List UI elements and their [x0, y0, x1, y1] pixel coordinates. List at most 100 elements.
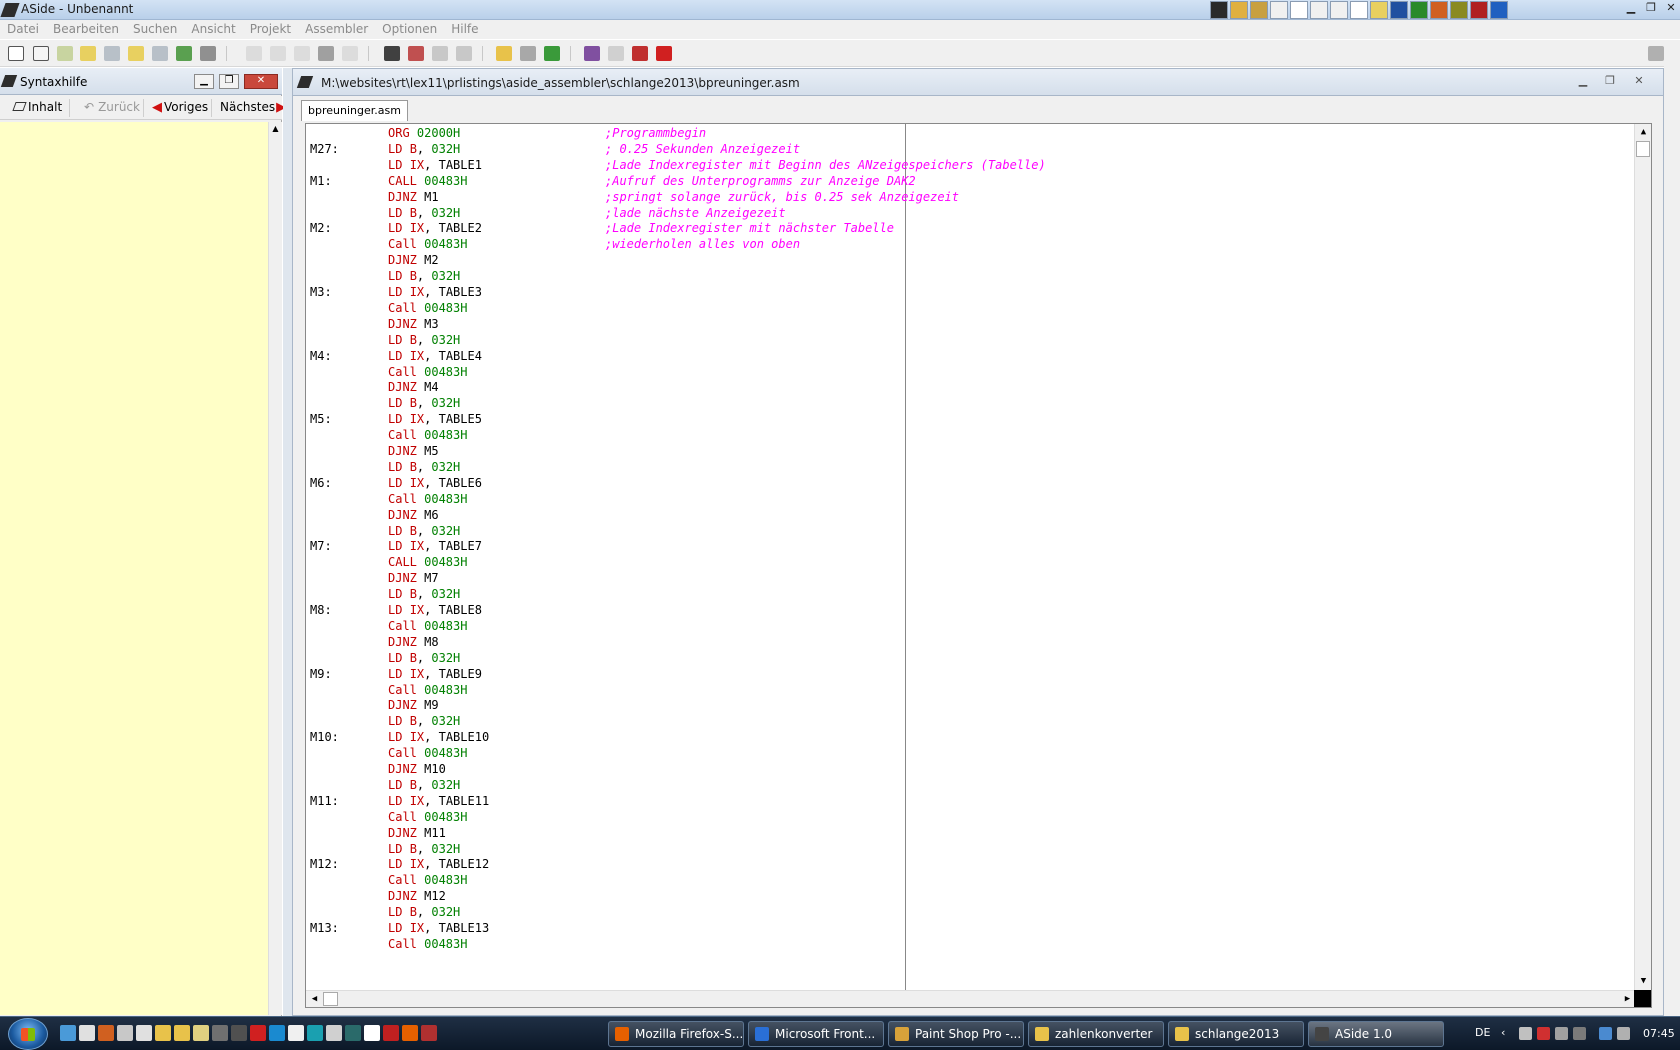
office-shortcut-icon[interactable]	[1290, 1, 1308, 19]
quick-launch-icon[interactable]	[212, 1025, 228, 1041]
office-shortcut-icon[interactable]	[1450, 1, 1468, 19]
quick-launch-icon[interactable]	[421, 1025, 437, 1041]
office-shortcut-icon[interactable]	[1310, 1, 1328, 19]
delete-icon[interactable]	[342, 46, 358, 61]
copy-icon[interactable]	[294, 46, 310, 61]
menu-ansicht[interactable]: Ansicht	[184, 20, 242, 38]
editor-close-button[interactable]: ✕	[1629, 74, 1649, 89]
tab-bpreuninger-asm[interactable]: bpreuninger.asm	[301, 100, 408, 121]
office-shortcut-icon[interactable]	[1230, 1, 1248, 19]
editor-restore-button[interactable]: ❐	[1600, 74, 1620, 89]
panel-restore-button[interactable]: ❐	[219, 74, 239, 89]
quick-launch-icon[interactable]	[364, 1025, 380, 1041]
clock[interactable]: 07:45	[1643, 1027, 1675, 1040]
taskbar-button[interactable]: zahlenkonverter	[1028, 1021, 1164, 1047]
panel-minimize-button[interactable]: ▁	[194, 74, 214, 89]
taskbar-button[interactable]: Microsoft Front...	[748, 1021, 884, 1047]
quick-launch-icon[interactable]	[117, 1025, 133, 1041]
office-shortcut-icon[interactable]	[1330, 1, 1348, 19]
office-shortcut-icon[interactable]	[1210, 1, 1228, 19]
find-icon[interactable]	[384, 46, 400, 61]
horizontal-scroll-thumb[interactable]	[323, 992, 338, 1006]
new-file-icon[interactable]	[8, 46, 24, 61]
paste-icon[interactable]	[318, 46, 334, 61]
quick-launch-icon[interactable]	[79, 1025, 95, 1041]
next-button[interactable]: Nächstes▶	[216, 99, 286, 117]
language-indicator[interactable]: DE	[1475, 1026, 1490, 1039]
open-project-icon[interactable]	[57, 46, 73, 61]
office-shortcut-icon[interactable]	[1470, 1, 1488, 19]
office-shortcut-icon[interactable]	[1390, 1, 1408, 19]
menu-bearbeiten[interactable]: Bearbeiten	[46, 20, 126, 38]
tray-expand-icon[interactable]: ‹	[1501, 1026, 1505, 1039]
replace-icon[interactable]	[408, 46, 424, 61]
undo-icon[interactable]	[246, 46, 262, 61]
listing-icon[interactable]	[632, 46, 648, 61]
help-vertical-scrollbar[interactable]: ▲	[268, 122, 282, 1015]
open-file-icon[interactable]	[33, 46, 49, 61]
quick-launch-icon[interactable]	[155, 1025, 171, 1041]
panel-splitter[interactable]	[283, 68, 292, 1016]
panel-close-button[interactable]: ✕	[244, 74, 278, 89]
previous-button[interactable]: ◀ Voriges	[148, 99, 212, 117]
assemble-icon[interactable]	[544, 46, 560, 61]
office-shortcut-icon[interactable]	[1270, 1, 1288, 19]
menu-suchen[interactable]: Suchen	[126, 20, 184, 38]
office-shortcut-icon[interactable]	[1410, 1, 1428, 19]
quick-launch-icon[interactable]	[307, 1025, 323, 1041]
quick-launch-icon[interactable]	[98, 1025, 114, 1041]
menu-hilfe[interactable]: Hilfe	[444, 20, 485, 38]
quick-launch-icon[interactable]	[402, 1025, 418, 1041]
quick-launch-icon[interactable]	[326, 1025, 342, 1041]
quick-launch-icon[interactable]	[383, 1025, 399, 1041]
scroll-down-icon[interactable]: ▼	[1635, 973, 1651, 990]
quick-launch-icon[interactable]	[174, 1025, 190, 1041]
menu-projekt[interactable]: Projekt	[243, 20, 298, 38]
syntax-help-content[interactable]	[0, 122, 268, 1015]
quick-launch-icon[interactable]	[60, 1025, 76, 1041]
save-icon[interactable]	[80, 46, 96, 61]
toolbar-options-icon[interactable]	[1648, 46, 1664, 61]
exit-icon[interactable]	[656, 46, 672, 61]
code-editor[interactable]: ORG 02000H ;Programmbegin M27: LD B, 032H ; …	[305, 123, 1652, 1008]
start-button[interactable]	[8, 1018, 48, 1050]
minimize-button[interactable]: ▁	[1622, 0, 1640, 17]
export-icon[interactable]	[176, 46, 192, 61]
back-button[interactable]: ↶ Zurück	[80, 99, 144, 117]
save-as-icon[interactable]	[104, 46, 120, 61]
tray-app-icon[interactable]	[1519, 1027, 1532, 1040]
editor-minimize-button[interactable]: ▁	[1573, 74, 1593, 89]
volume-icon[interactable]	[1617, 1027, 1630, 1040]
restore-button[interactable]: ❐	[1642, 0, 1660, 17]
editor-horizontal-scrollbar[interactable]: ◀ ▶	[306, 990, 1636, 1007]
menu-datei[interactable]: Datei	[0, 20, 46, 38]
office-shortcut-icon[interactable]	[1370, 1, 1388, 19]
run-icon[interactable]	[520, 46, 536, 61]
quick-launch-icon[interactable]	[269, 1025, 285, 1041]
office-shortcut-icon[interactable]	[1250, 1, 1268, 19]
taskbar-button[interactable]: schlange2013	[1168, 1021, 1304, 1047]
save-all-icon[interactable]	[128, 46, 144, 61]
quick-launch-icon[interactable]	[345, 1025, 361, 1041]
scroll-thumb[interactable]	[1636, 141, 1650, 157]
editor-vertical-scrollbar[interactable]: ▲ ▼	[1634, 124, 1651, 990]
syntax-help-icon[interactable]	[608, 46, 624, 61]
quick-launch-icon[interactable]	[136, 1025, 152, 1041]
quick-launch-icon[interactable]	[250, 1025, 266, 1041]
scroll-up-icon[interactable]: ▲	[269, 122, 282, 136]
close-file-icon[interactable]	[152, 46, 168, 61]
tray-app-icon[interactable]	[1555, 1027, 1568, 1040]
find-next-icon[interactable]	[432, 46, 448, 61]
tray-app-icon[interactable]	[1537, 1027, 1550, 1040]
office-shortcut-icon[interactable]	[1490, 1, 1508, 19]
quick-launch-icon[interactable]	[231, 1025, 247, 1041]
menu-optionen[interactable]: Optionen	[375, 20, 444, 38]
taskbar-button[interactable]: Paint Shop Pro -...	[888, 1021, 1024, 1047]
contents-button[interactable]: Inhalt	[10, 99, 70, 117]
eraser-icon[interactable]	[584, 46, 600, 61]
office-shortcut-icon[interactable]	[1350, 1, 1368, 19]
quick-launch-icon[interactable]	[193, 1025, 209, 1041]
close-button[interactable]: ✕	[1662, 0, 1680, 17]
office-shortcut-icon[interactable]	[1430, 1, 1448, 19]
taskbar-button[interactable]: ASide 1.0	[1308, 1021, 1444, 1047]
